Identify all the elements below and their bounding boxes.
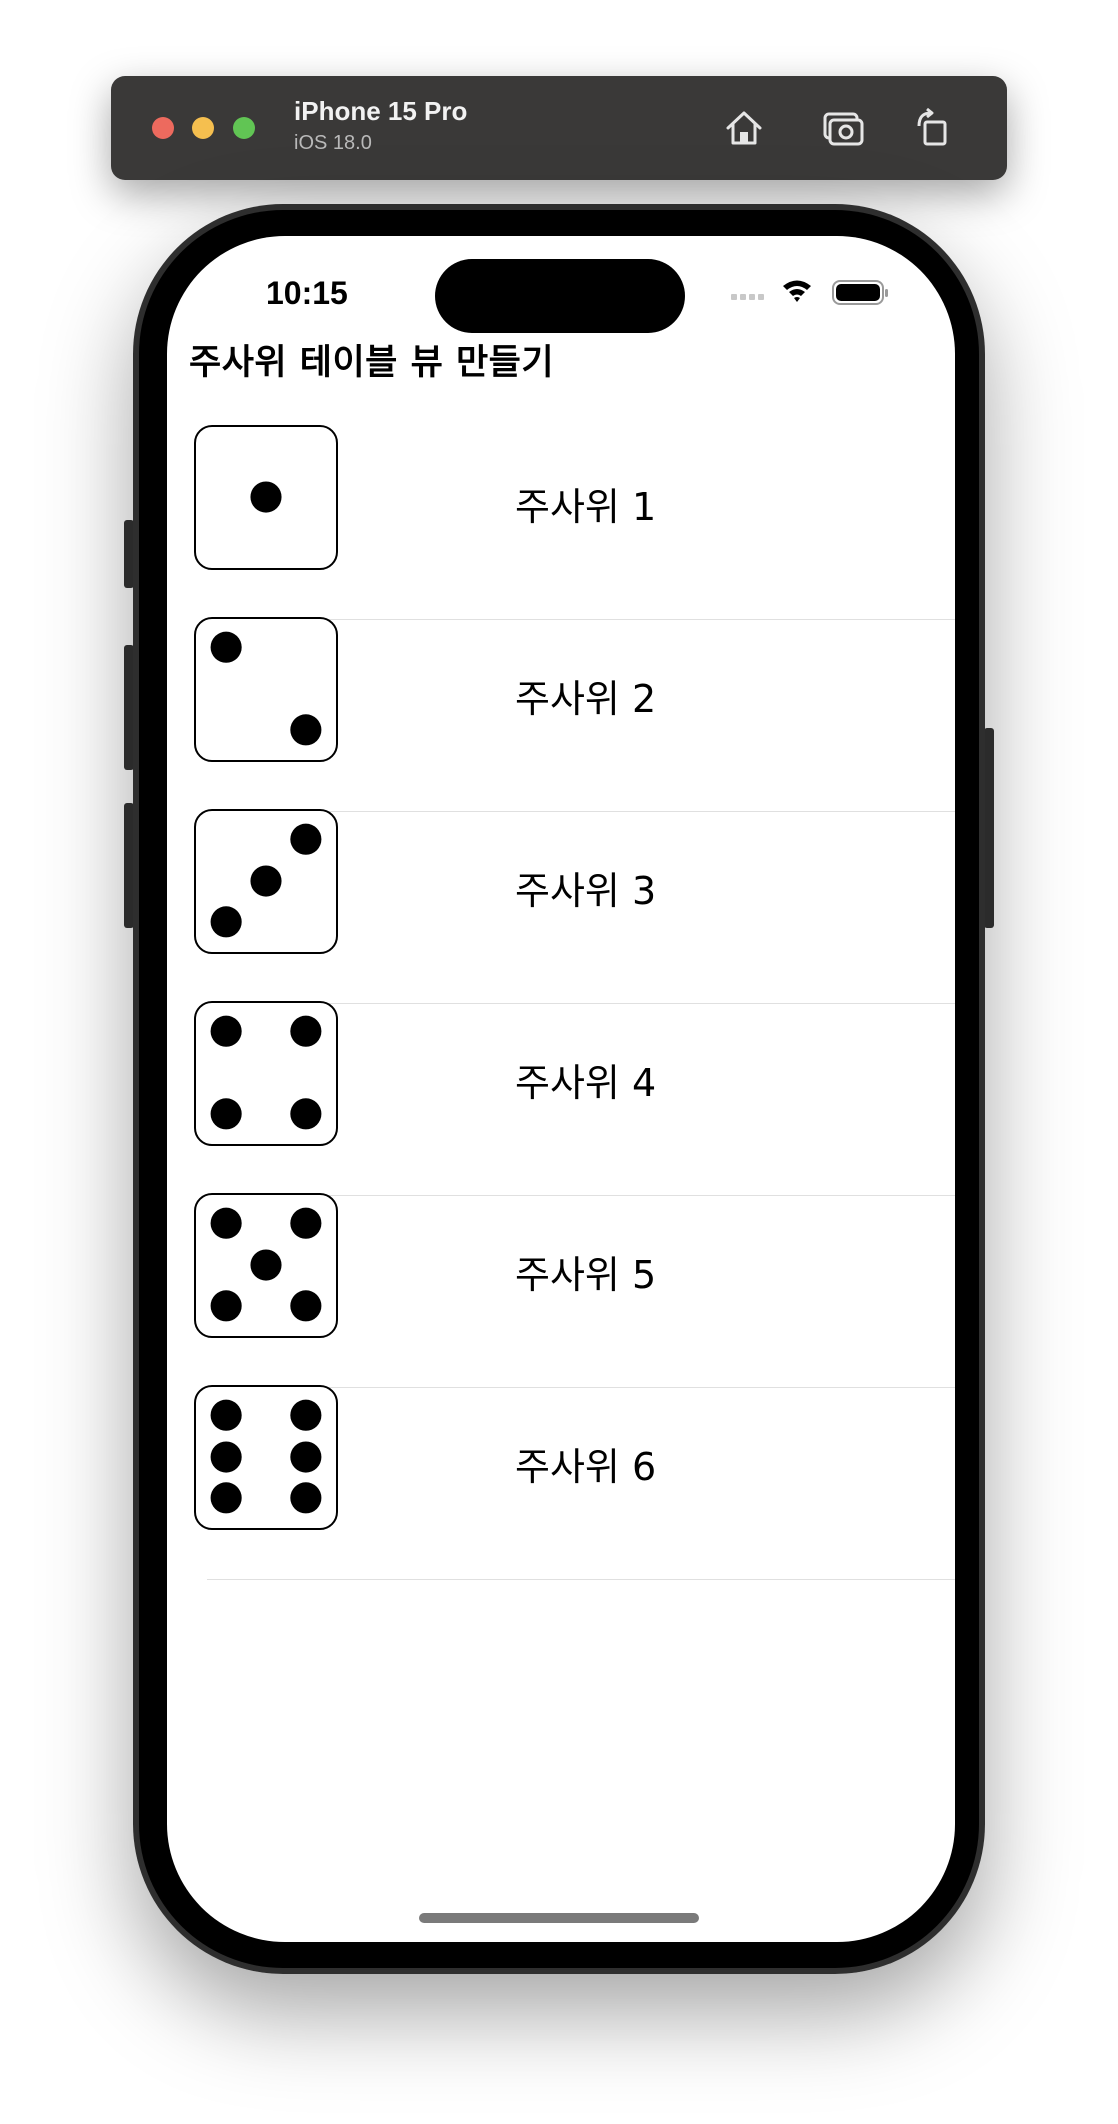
row-label: 주사위 3 (515, 869, 657, 913)
pip (290, 823, 322, 855)
pip (210, 906, 242, 938)
rotate-icon (917, 107, 947, 146)
pip (210, 1441, 242, 1473)
table-row[interactable]: 주사위 1 (167, 425, 955, 620)
simulator-title-bar: iPhone 15 Pro iOS 18.0 (111, 76, 1007, 180)
pip (290, 1482, 322, 1514)
pip (250, 865, 282, 897)
pip (210, 1399, 242, 1431)
power-button[interactable] (984, 728, 994, 928)
row-label: 주사위 6 (515, 1445, 657, 1489)
wifi-icon (783, 280, 811, 302)
die-one-icon (194, 425, 338, 570)
minimize-window-button[interactable] (192, 117, 214, 139)
die-two-icon (194, 617, 338, 762)
row-label: 주사위 1 (515, 485, 657, 529)
pip (290, 1290, 322, 1322)
dice-table: 주사위 1 주사위 2 주사위 3 주사위 4 주사위 5 주사위 6 (167, 425, 955, 1580)
table-row[interactable]: 주사위 4 (167, 1001, 955, 1196)
dynamic-island (435, 259, 685, 333)
table-row[interactable]: 주사위 2 (167, 617, 955, 812)
screenshot-button[interactable] (817, 102, 869, 154)
screenshot-icon (823, 112, 864, 146)
home-icon (726, 111, 762, 145)
device-name: iPhone 15 Pro (294, 96, 468, 126)
row-separator (207, 1579, 955, 1580)
row-label: 주사위 5 (515, 1253, 657, 1297)
close-window-button[interactable] (152, 117, 174, 139)
pip (290, 1015, 322, 1047)
table-row[interactable]: 주사위 6 (167, 1385, 955, 1580)
status-icons (731, 278, 891, 308)
rotate-button[interactable] (907, 102, 959, 154)
die-six-icon (194, 1385, 338, 1530)
pip (210, 631, 242, 663)
table-row[interactable]: 주사위 5 (167, 1193, 955, 1388)
cellular-icon (731, 294, 764, 300)
zoom-window-button[interactable] (233, 117, 255, 139)
pip (250, 1249, 282, 1281)
table-row[interactable]: 주사위 3 (167, 809, 955, 1004)
die-four-icon (194, 1001, 338, 1146)
row-label: 주사위 4 (515, 1061, 657, 1105)
pip (250, 481, 282, 513)
row-label: 주사위 2 (515, 677, 657, 721)
pip (290, 714, 322, 746)
die-three-icon (194, 809, 338, 954)
pip (210, 1098, 242, 1130)
battery-icon (832, 280, 888, 305)
pip (210, 1207, 242, 1239)
pip (210, 1290, 242, 1322)
pip (290, 1098, 322, 1130)
pip (290, 1399, 322, 1431)
phone-screen: 10:15 주사위 테이블 뷰 만들기 주사위 1 주사위 2 주사위 3 주사… (167, 236, 955, 1942)
status-time: 10:15 (266, 275, 348, 311)
pip (210, 1015, 242, 1047)
pip (290, 1441, 322, 1473)
home-button[interactable] (718, 102, 770, 154)
page-title: 주사위 테이블 뷰 만들기 (189, 343, 555, 383)
pip (290, 1207, 322, 1239)
pip (210, 1482, 242, 1514)
die-five-icon (194, 1193, 338, 1338)
os-version: iOS 18.0 (294, 132, 372, 154)
home-indicator[interactable] (419, 1913, 699, 1923)
